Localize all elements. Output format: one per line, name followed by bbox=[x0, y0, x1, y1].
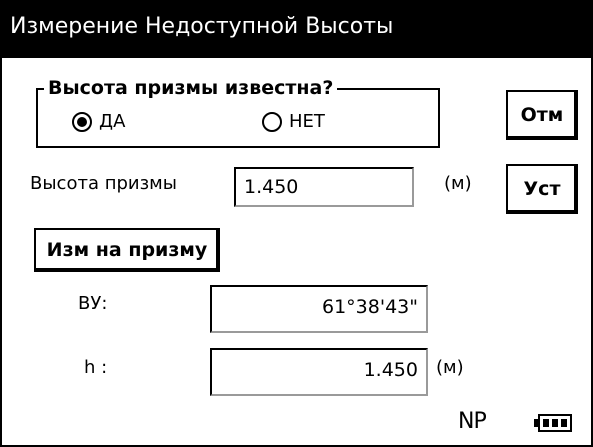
radio-yes[interactable] bbox=[72, 112, 92, 132]
prism-known-legend: Высота призмы известна? bbox=[44, 76, 338, 100]
radio-yes-label: ДА bbox=[99, 111, 126, 132]
height-field: 1.450 bbox=[210, 348, 428, 396]
measure-mode-indicator: NP bbox=[458, 409, 487, 434]
cancel-button[interactable]: Отм bbox=[506, 90, 578, 140]
measure-prism-button[interactable]: Изм на призму bbox=[34, 228, 220, 272]
radio-no[interactable] bbox=[262, 112, 282, 132]
prism-height-label: Высота призмы bbox=[30, 173, 177, 194]
battery-cell bbox=[552, 419, 558, 427]
vertical-angle-field: 61°38'43" bbox=[210, 285, 428, 333]
set-button[interactable]: Уст bbox=[506, 164, 578, 214]
radio-no-label: НЕТ bbox=[289, 111, 325, 132]
prism-height-unit: (м) bbox=[444, 173, 472, 194]
window-title: Измерение Недоступной Высоты bbox=[10, 14, 394, 39]
height-unit: (м) bbox=[436, 357, 464, 378]
battery-cell bbox=[543, 419, 549, 427]
vertical-angle-label: ВУ: bbox=[78, 293, 108, 314]
battery-icon bbox=[538, 414, 572, 432]
height-label: h : bbox=[84, 357, 108, 378]
battery-cell bbox=[561, 419, 567, 427]
prism-height-input[interactable]: 1.450 bbox=[234, 167, 414, 207]
